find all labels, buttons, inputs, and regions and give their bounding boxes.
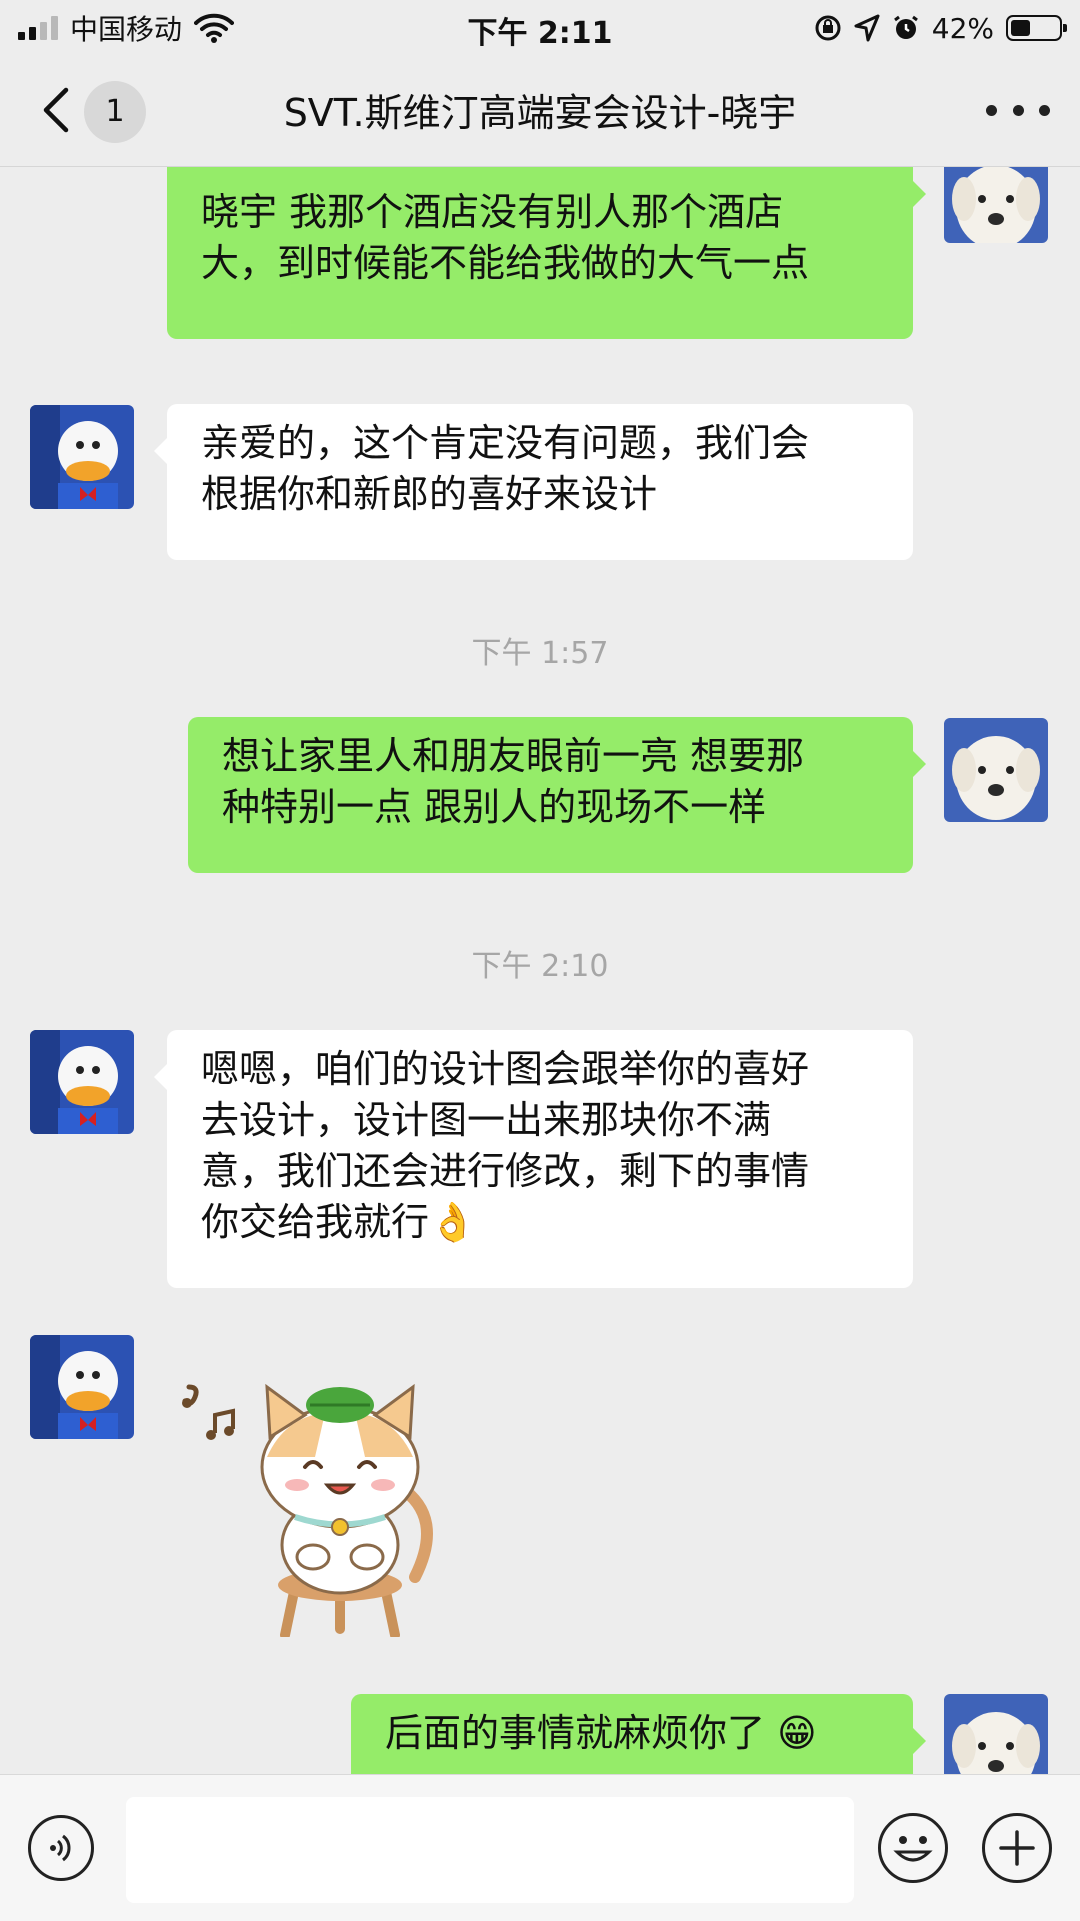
chat-header: 1 SVT.斯维汀高端宴会设计-晓宇: [0, 56, 1080, 167]
battery-icon: [1006, 15, 1067, 41]
puppy-avatar[interactable]: [944, 167, 1048, 243]
message-line: 晓宇 我那个酒店没有别人那个酒店: [201, 190, 784, 234]
duck-avatar[interactable]: [30, 405, 134, 509]
emoji-icon[interactable]: [878, 1813, 948, 1883]
message-bubble-incoming[interactable]: 亲爱的，这个肯定没有问题，我们会 根据你和新郎的喜好来设计: [154, 404, 913, 560]
puppy-avatar[interactable]: [944, 1694, 1048, 1774]
message-bubble-outgoing[interactable]: 想让家里人和朋友眼前一亮 想要那 种特别一点 跟别人的现场不一样: [188, 717, 926, 873]
message-list[interactable]: 晓宇 我那个酒店没有别人那个酒店 大，到时候能不能给我做的大气一点 亲爱的，这个…: [0, 167, 1080, 1774]
message-timestamp: 下午 2:10: [471, 949, 609, 984]
voice-icon[interactable]: [28, 1815, 94, 1881]
battery-percent: 42%: [931, 11, 994, 45]
message-line: 想让家里人和朋友眼前一亮 想要那: [222, 734, 805, 778]
chat-title: SVT.斯维汀高端宴会设计-晓宇: [283, 91, 797, 135]
message-line: 意，我们还会进行修改，剩下的事情: [201, 1149, 810, 1193]
location-arrow-icon: [854, 14, 880, 42]
plus-icon[interactable]: [982, 1813, 1052, 1883]
message-line: 大，到时候能不能给我做的大气一点: [201, 241, 810, 285]
message-line: 种特别一点 跟别人的现场不一样: [222, 785, 767, 829]
duck-avatar[interactable]: [30, 1030, 134, 1134]
orientation-lock-icon: [815, 15, 841, 41]
message-line: 去设计，设计图一出来那块你不满: [201, 1098, 772, 1142]
more-options-icon[interactable]: [986, 94, 1050, 126]
message-timestamp: 下午 1:57: [471, 636, 609, 671]
duck-avatar[interactable]: [30, 1335, 134, 1439]
message-line: 后面的事情就麻烦你了 😁: [385, 1711, 817, 1755]
message-line: 嗯嗯，咱们的设计图会跟举你的喜好: [201, 1047, 810, 1091]
message-input[interactable]: [126, 1797, 854, 1903]
status-right: 42%: [814, 10, 1067, 46]
message-line: 根据你和新郎的喜好来设计: [201, 472, 658, 516]
message-line: 你交给我就行👌: [201, 1200, 477, 1244]
message-line: 亲爱的，这个肯定没有问题，我们会: [201, 421, 810, 465]
puppy-avatar[interactable]: [944, 718, 1048, 822]
alarm-icon: [893, 15, 918, 39]
status-bar: 中国移动 下午 2:11 42%: [0, 0, 1080, 56]
battery-fill: [1011, 20, 1030, 36]
message-bubble-incoming[interactable]: 嗯嗯，咱们的设计图会跟举你的喜好 去设计，设计图一出来那块你不满 意，我们还会进…: [154, 1030, 913, 1288]
cat-sticker[interactable]: [175, 1367, 475, 1637]
message-bubble-outgoing[interactable]: 后面的事情就麻烦你了 😁: [351, 1694, 926, 1774]
input-bar: [0, 1774, 1080, 1921]
message-bubble-outgoing[interactable]: 晓宇 我那个酒店没有别人那个酒店 大，到时候能不能给我做的大气一点: [167, 167, 926, 339]
